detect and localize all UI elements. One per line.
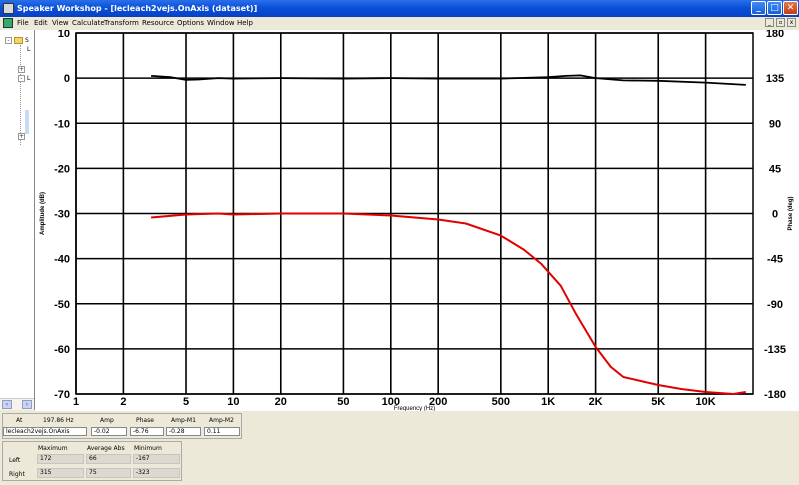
x-tick-label: 10K <box>696 396 716 408</box>
x-tick-label: 1 <box>73 396 79 408</box>
y2-tick-label: -90 <box>767 299 783 311</box>
window-title: Speaker Workshop - [lecleach2vejs.OnAxis… <box>17 4 258 13</box>
y-tick-label: 0 <box>64 73 70 85</box>
dataset-field[interactable]: lecleach2vejs.OnAxis <box>3 427 87 436</box>
tree-horizontal-scrollbar[interactable]: ‹ › <box>0 398 34 410</box>
tree-expand-toggle[interactable]: + <box>18 133 25 140</box>
menu-bar: File Edit View Calculate Transform Resou… <box>0 17 799 29</box>
chart-grid <box>75 32 754 395</box>
doc-restore-button[interactable]: ▫ <box>776 18 785 27</box>
x-tick-label: 5 <box>183 396 189 408</box>
right-min: -323 <box>133 468 180 478</box>
y-tick-label: -20 <box>54 163 70 175</box>
frequency-response-chart[interactable]: 1 2 5 10 20 50 100 200 500 1K 2K 5K 10K 10 0 -10 -20 -30-… <box>35 30 799 411</box>
speaker-workshop-icon[interactable] <box>3 3 14 14</box>
x-tick-label: 20 <box>275 396 287 408</box>
close-button[interactable]: ✕ <box>783 1 798 15</box>
at-label: At <box>16 417 23 424</box>
x-tick-label: 10 <box>227 396 239 408</box>
x-tick-label: 5K <box>651 396 665 408</box>
scroll-right-arrow-icon[interactable]: › <box>22 400 32 409</box>
phase-field[interactable]: -6.76 <box>130 427 164 436</box>
y2-tick-label: -135 <box>764 344 786 356</box>
selection-marker <box>25 110 29 134</box>
y-tick-label: -30 <box>54 209 70 221</box>
y-tick-label: -40 <box>54 254 70 266</box>
document-icon[interactable] <box>3 18 13 28</box>
left-max: 172 <box>37 454 84 464</box>
y2-tick-label: -180 <box>764 389 786 401</box>
tree-connector <box>20 45 21 145</box>
maximum-header: Maximum <box>38 445 68 452</box>
y-tick-label: -70 <box>54 389 70 401</box>
menu-file[interactable]: File <box>17 19 29 27</box>
title-bar: Speaker Workshop - [lecleach2vejs.OnAxis… <box>0 0 799 17</box>
x-tick-label: 2 <box>120 396 126 408</box>
menu-window[interactable]: Window <box>207 19 235 27</box>
y2-tick-label: 90 <box>769 118 781 130</box>
tree-node[interactable]: L <box>27 46 30 53</box>
menu-options[interactable]: Options <box>177 19 204 27</box>
y2-tick-label: 135 <box>766 73 784 85</box>
tree-node-root[interactable]: S <box>25 37 29 44</box>
amp-m2-header: Amp-M2 <box>209 417 234 424</box>
left-row-label: Left <box>9 457 21 464</box>
y2-tick-label: 45 <box>769 163 781 175</box>
minimum-header: Minimum <box>134 445 162 452</box>
y-tick-label: -60 <box>54 344 70 356</box>
right-max: 315 <box>37 468 84 478</box>
tree-node[interactable]: L <box>27 75 30 82</box>
at-frequency: 197.86 Hz <box>43 417 74 424</box>
menu-help[interactable]: Help <box>237 19 253 27</box>
y2-tick-label: -45 <box>767 254 783 266</box>
y2-tick-label: 0 <box>772 209 778 221</box>
amp-m1-field[interactable]: -0.28 <box>166 427 201 436</box>
menu-calculate[interactable]: Calculate <box>72 19 105 27</box>
folder-icon <box>14 37 23 44</box>
maximize-button[interactable]: □ <box>767 1 782 15</box>
y-tick-label: -10 <box>54 118 70 130</box>
menu-transform[interactable]: Transform <box>104 19 139 27</box>
y-tick-label: -50 <box>54 299 70 311</box>
y-tick-label: 10 <box>58 30 70 40</box>
average-header: Average Abs <box>87 445 125 452</box>
phase-header: Phase <box>136 417 154 424</box>
x-tick-label: 50 <box>337 396 349 408</box>
amp-field[interactable]: -0.02 <box>91 427 127 436</box>
x-tick-label: 2K <box>589 396 603 408</box>
amp-m2-field[interactable]: 0.11 <box>204 427 240 436</box>
minimize-button[interactable]: _ <box>751 1 766 15</box>
y2-axis-label: Phase (deg) <box>788 196 794 230</box>
tree-expand-toggle[interactable]: + <box>18 66 25 73</box>
x-tick-label: 1K <box>541 396 555 408</box>
left-avg: 66 <box>86 454 131 464</box>
doc-close-button[interactable]: x <box>787 18 796 27</box>
tree-panel: - S L + - L + <box>0 30 35 410</box>
scroll-left-arrow-icon[interactable]: ‹ <box>2 400 12 409</box>
chart-svg: 1 2 5 10 20 50 100 200 500 1K 2K 5K 10K100-10-20-30-… <box>40 30 794 411</box>
menu-view[interactable]: View <box>52 19 69 27</box>
y2-tick-label: 180 <box>766 30 784 40</box>
left-min: -167 <box>133 454 180 464</box>
right-avg: 75 <box>86 468 131 478</box>
menu-edit[interactable]: Edit <box>34 19 48 27</box>
tree-expand-toggle[interactable]: - <box>18 75 25 82</box>
tree-expand-toggle[interactable]: - <box>5 37 12 44</box>
doc-minimize-button[interactable]: _ <box>765 18 774 27</box>
status-panel: At 197.86 Hz Amp Phase Amp-M1 Amp-M2 lec… <box>0 411 799 485</box>
right-row-label: Right <box>9 471 25 478</box>
menu-resource[interactable]: Resource <box>142 19 174 27</box>
x-tick-label: 500 <box>492 396 510 408</box>
amp-m1-header: Amp-M1 <box>171 417 196 424</box>
y-axis-label: Amplitude (dB) <box>40 192 46 235</box>
amp-header: Amp <box>100 417 114 424</box>
